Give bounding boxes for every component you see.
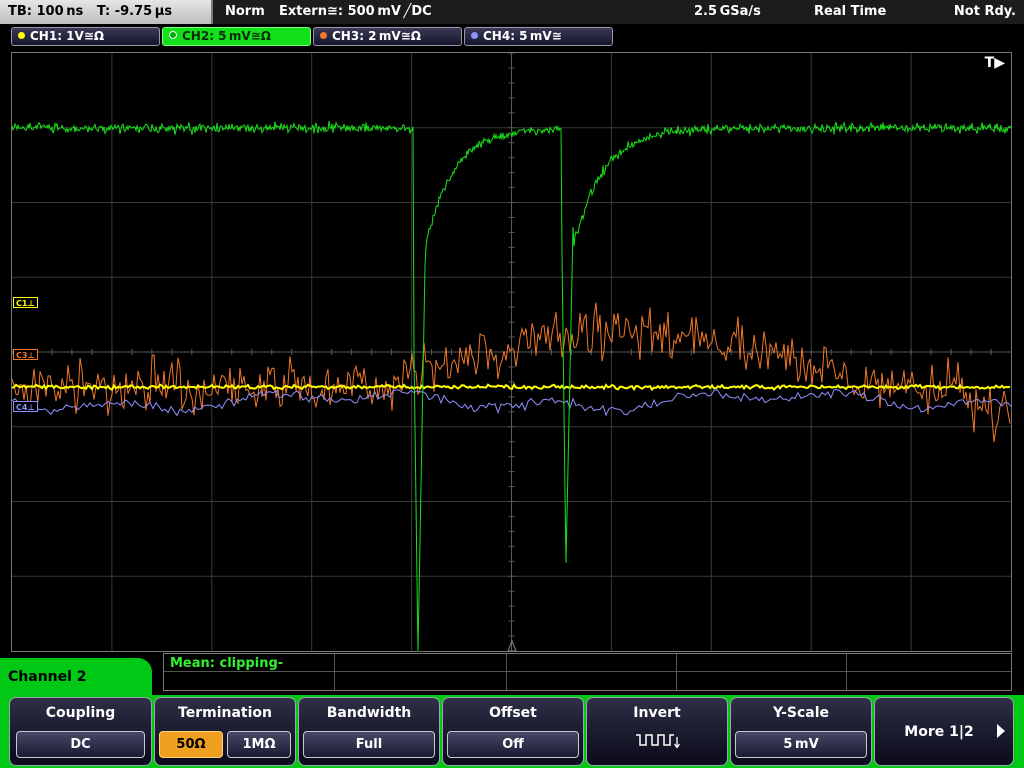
bandwidth-label: Bandwidth bbox=[326, 705, 412, 721]
termination-softkey[interactable]: Termination 50Ω 1MΩ bbox=[154, 697, 296, 766]
status-bar: TB: 100 ns T: -9.75 µs Norm Extern≅: 500… bbox=[0, 0, 1024, 24]
bandwidth-softkey[interactable]: Bandwidth Full bbox=[298, 697, 440, 766]
ch1-label: CH1: 1V≅Ω bbox=[30, 29, 105, 43]
acquisition-state: Not Rdy. bbox=[953, 4, 1016, 19]
ch3-offset-marker[interactable]: C3⊥ bbox=[13, 349, 38, 360]
trigger-source[interactable]: Extern≅: 500 mV ╱DC bbox=[279, 0, 432, 24]
offset-value-button[interactable]: Off bbox=[447, 731, 579, 758]
waveform-display[interactable]: T▶ C1⊥ C3⊥ C4⊥ bbox=[11, 52, 1012, 652]
invert-label: Invert bbox=[633, 705, 681, 721]
ch4-offset-marker[interactable]: C4⊥ bbox=[13, 401, 38, 412]
coupling-label: Coupling bbox=[45, 705, 116, 721]
yscale-value-button[interactable]: 5 mV bbox=[735, 731, 867, 758]
termination-1mohm-button[interactable]: 1MΩ bbox=[227, 731, 291, 758]
ch3-label: CH3: 2 mV≅Ω bbox=[332, 29, 421, 43]
sample-rate: 2.5 GSa/s bbox=[694, 4, 761, 19]
measurement-divider bbox=[676, 654, 677, 690]
trigger-time-value: T: -9.75 µs bbox=[96, 4, 173, 19]
invert-softkey[interactable]: Invert bbox=[586, 697, 728, 766]
ch3-dot-icon bbox=[320, 32, 327, 39]
channel-tab-ch2[interactable]: CH2: 5 mV≅Ω bbox=[162, 27, 311, 46]
channel-tab-ch3[interactable]: CH3: 2 mV≅Ω bbox=[313, 27, 462, 46]
ch2-dot-icon bbox=[169, 31, 177, 39]
yscale-softkey[interactable]: Y-Scale 5 mV bbox=[730, 697, 872, 766]
timebase-value: TB: 100 ns bbox=[8, 4, 84, 19]
channel-bar: CH1: 1V≅Ω CH2: 5 mV≅Ω CH3: 2 mV≅Ω CH4: 5… bbox=[0, 24, 1024, 48]
coupling-softkey[interactable]: Coupling DC bbox=[9, 697, 152, 766]
menu-title: Channel 2 bbox=[0, 658, 152, 700]
coupling-value-button[interactable]: DC bbox=[16, 731, 145, 758]
yscale-label: Y-Scale bbox=[772, 705, 829, 721]
measurement-divider bbox=[846, 654, 847, 690]
channel-tab-ch4[interactable]: CH4: 5 mV≅ bbox=[464, 27, 613, 46]
acquisition-mode: Real Time bbox=[814, 4, 887, 19]
measurement-divider bbox=[334, 654, 335, 690]
ch1-offset-marker[interactable]: C1⊥ bbox=[13, 297, 38, 308]
timebase-readout[interactable]: TB: 100 ns T: -9.75 µs bbox=[0, 0, 213, 24]
ch2-label: CH2: 5 mV≅Ω bbox=[182, 29, 271, 43]
channel-tab-ch1[interactable]: CH1: 1V≅Ω bbox=[11, 27, 160, 46]
termination-50ohm-button[interactable]: 50Ω bbox=[159, 731, 223, 758]
ch4-dot-icon bbox=[471, 32, 478, 39]
trigger-position-icon[interactable]: T▶ bbox=[985, 55, 1005, 71]
offset-softkey[interactable]: Offset Off bbox=[442, 697, 584, 766]
trigger-mode[interactable]: Norm bbox=[225, 0, 265, 24]
bandwidth-value-button[interactable]: Full bbox=[303, 731, 435, 758]
measurement-panel[interactable]: Mean: clipping- bbox=[163, 653, 1012, 691]
offset-label: Offset bbox=[489, 705, 537, 721]
more-softkey[interactable]: More 1|2 bbox=[874, 697, 1014, 766]
measurement-divider bbox=[164, 671, 1011, 672]
ch4-label: CH4: 5 mV≅ bbox=[483, 29, 562, 43]
more-label: More 1|2 bbox=[904, 724, 974, 740]
invert-pulse-icon bbox=[636, 734, 681, 749]
termination-label: Termination bbox=[178, 705, 272, 721]
ch1-dot-icon bbox=[18, 32, 25, 39]
waveform-traces bbox=[12, 120, 1011, 651]
measurement-divider bbox=[506, 654, 507, 690]
chevron-right-icon bbox=[997, 724, 1005, 738]
mean-measurement: Mean: clipping- bbox=[170, 656, 284, 671]
